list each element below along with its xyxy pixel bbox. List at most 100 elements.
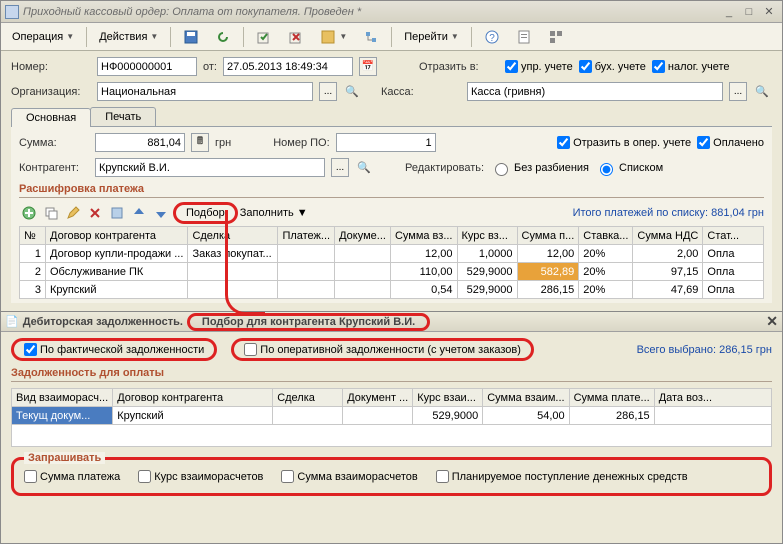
number-field[interactable] bbox=[97, 57, 197, 76]
dcol-doc[interactable]: Документ ... bbox=[343, 389, 413, 407]
chk-ask-kurs[interactable]: Курс взаиморасчетов bbox=[138, 470, 263, 483]
sum-field[interactable] bbox=[95, 133, 185, 152]
unpost-icon[interactable] bbox=[281, 26, 311, 48]
subwindow: 📄 Дебиторская задолженность. Подбор для … bbox=[1, 311, 782, 502]
close-button[interactable]: ✕ bbox=[760, 4, 778, 20]
date-field[interactable] bbox=[223, 57, 353, 76]
number-label: Номер: bbox=[11, 61, 91, 73]
kassa-search-icon[interactable]: 🔍 bbox=[753, 82, 771, 101]
breakdown-toolbar: Подбор Заполнить▼ Итого платежей по спис… bbox=[19, 202, 764, 224]
structure-icon[interactable] bbox=[356, 26, 386, 48]
table-row[interactable]: 3Крупский0,54529,9000286,1520%47,69Опла bbox=[20, 281, 764, 299]
minimize-button[interactable]: _ bbox=[720, 4, 738, 20]
po-label: Номер ПО: bbox=[273, 137, 329, 149]
refresh-icon[interactable] bbox=[208, 26, 238, 48]
sum-label: Сумма: bbox=[19, 137, 89, 149]
actions-menu[interactable]: Действия▼ bbox=[92, 28, 165, 46]
col-doc[interactable]: Докуме... bbox=[335, 227, 391, 245]
kassa-label: Касса: bbox=[381, 86, 461, 98]
move-down-icon[interactable] bbox=[151, 203, 171, 223]
tabs: Основная Печать bbox=[11, 107, 772, 127]
col-nds[interactable]: Сумма НДС bbox=[633, 227, 703, 245]
currency-label: грн bbox=[215, 137, 231, 149]
main-toolbar: Операция▼ Действия▼ ▼ Перейти▼ ? bbox=[1, 23, 782, 51]
subwindow-title-highlight: Подбор для контрагента Крупский В.И. bbox=[187, 313, 430, 331]
reflect-label: Отразить в: bbox=[419, 61, 499, 73]
chk-ask-sum[interactable]: Сумма платежа bbox=[24, 470, 120, 483]
org-search-icon[interactable]: 🔍 bbox=[343, 82, 361, 101]
org-field[interactable] bbox=[97, 82, 313, 101]
chk-nal[interactable]: налог. учете bbox=[652, 60, 730, 73]
table-row[interactable]: Текущ докум...Крупский529,900054,00286,1… bbox=[12, 407, 772, 425]
help-icon[interactable]: ? bbox=[477, 26, 507, 48]
dcol-kurs[interactable]: Курс взаи... bbox=[413, 389, 483, 407]
post-icon[interactable] bbox=[249, 26, 279, 48]
move-up-icon[interactable] bbox=[129, 203, 149, 223]
chk-bux[interactable]: бух. учете bbox=[579, 60, 646, 73]
dcol-vid[interactable]: Вид взаиморасч... bbox=[12, 389, 113, 407]
kassa-pick-button[interactable]: ... bbox=[729, 82, 747, 101]
subwindow-close-button[interactable]: ✕ bbox=[766, 313, 778, 330]
col-rate[interactable]: Ставка... bbox=[579, 227, 633, 245]
ask-fieldset: Запрашивать Сумма платежа Курс взаиморас… bbox=[11, 457, 772, 496]
dcol-sump[interactable]: Сумма плате... bbox=[569, 389, 654, 407]
col-dog[interactable]: Договор контрагента bbox=[46, 227, 188, 245]
debt-grid[interactable]: Вид взаиморасч... Договор контрагента Сд… bbox=[11, 388, 772, 425]
settings-row-icon[interactable] bbox=[107, 203, 127, 223]
chk-upr[interactable]: упр. учете bbox=[505, 60, 573, 73]
chk-paid[interactable]: Оплачено bbox=[697, 136, 764, 149]
chk-actual-debt[interactable]: По фактической задолженности bbox=[24, 343, 204, 356]
sub-total: Всего выбрано: 286,15 грн bbox=[637, 344, 772, 356]
goto-menu[interactable]: Перейти▼ bbox=[397, 28, 466, 46]
chk-ask-sumvz[interactable]: Сумма взаиморасчетов bbox=[281, 470, 417, 483]
opt-actual-pill: По фактической задолженности bbox=[11, 338, 217, 361]
po-field[interactable] bbox=[336, 133, 436, 152]
col-sumvz[interactable]: Сумма вз... bbox=[390, 227, 457, 245]
breakdown-total: Итого платежей по списку: 881,04 грн bbox=[573, 207, 764, 219]
org-label: Организация: bbox=[11, 86, 91, 98]
table-row[interactable]: 2Обслуживание ПК110,00529,9000582,8920%9… bbox=[20, 263, 764, 281]
col-deal[interactable]: Сделка bbox=[188, 227, 278, 245]
chk-ask-plan[interactable]: Планируемое поступление денежных средств bbox=[436, 470, 688, 483]
save-icon[interactable] bbox=[176, 26, 206, 48]
dcol-sumvz[interactable]: Сумма взаим... bbox=[483, 389, 569, 407]
chk-oper-debt[interactable]: По оперативной задолженности (с учетом з… bbox=[244, 343, 521, 356]
dcol-deal[interactable]: Сделка bbox=[273, 389, 343, 407]
table-row[interactable]: 1Договор купли-продажи ...Заказ покупат.… bbox=[20, 245, 764, 263]
edit-row-icon[interactable] bbox=[63, 203, 83, 223]
operation-menu[interactable]: Операция▼ bbox=[5, 28, 81, 46]
breakdown-grid[interactable]: № Договор контрагента Сделка Платеж... Д… bbox=[19, 226, 764, 299]
col-n[interactable]: № bbox=[20, 227, 46, 245]
doc-icon: 📄 bbox=[5, 315, 19, 328]
chk-oper[interactable]: Отразить в опер. учете bbox=[557, 136, 691, 149]
maximize-button[interactable]: □ bbox=[740, 4, 758, 20]
org-pick-button[interactable]: ... bbox=[319, 82, 337, 101]
col-pay[interactable]: Платеж... bbox=[278, 227, 335, 245]
col-kurs[interactable]: Курс вз... bbox=[457, 227, 517, 245]
copy-row-icon[interactable] bbox=[41, 203, 61, 223]
col-sump[interactable]: Сумма п... bbox=[517, 227, 579, 245]
col-stat[interactable]: Стат... bbox=[703, 227, 764, 245]
opt-oper-pill: По оперативной задолженности (с учетом з… bbox=[231, 338, 534, 361]
tab-main[interactable]: Основная bbox=[11, 108, 91, 127]
report-icon[interactable] bbox=[509, 26, 539, 48]
ask-legend: Запрашивать bbox=[24, 452, 105, 464]
contr-field[interactable] bbox=[95, 158, 325, 177]
contr-pick-button[interactable]: ... bbox=[331, 158, 349, 177]
radio-list[interactable]: Списком bbox=[595, 160, 663, 176]
layout-icon[interactable] bbox=[541, 26, 571, 48]
fill-menu[interactable]: Заполнить▼ bbox=[240, 207, 308, 219]
radio-norazb[interactable]: Без разбиения bbox=[490, 160, 589, 176]
dcol-dog[interactable]: Договор контрагента bbox=[113, 389, 273, 407]
podbor-button[interactable]: Подбор bbox=[173, 202, 238, 224]
records-icon[interactable]: ▼ bbox=[313, 26, 354, 48]
breakdown-title: Расшифровка платежа bbox=[19, 183, 764, 198]
tab-print[interactable]: Печать bbox=[90, 107, 156, 126]
delete-row-icon[interactable] bbox=[85, 203, 105, 223]
add-row-icon[interactable] bbox=[19, 203, 39, 223]
kassa-field[interactable] bbox=[467, 82, 723, 101]
date-picker-icon[interactable]: 📅 bbox=[359, 57, 377, 76]
calc-icon[interactable]: 🖩 bbox=[191, 133, 209, 152]
contr-search-icon[interactable]: 🔍 bbox=[355, 158, 373, 177]
dcol-date[interactable]: Дата воз... bbox=[654, 389, 771, 407]
